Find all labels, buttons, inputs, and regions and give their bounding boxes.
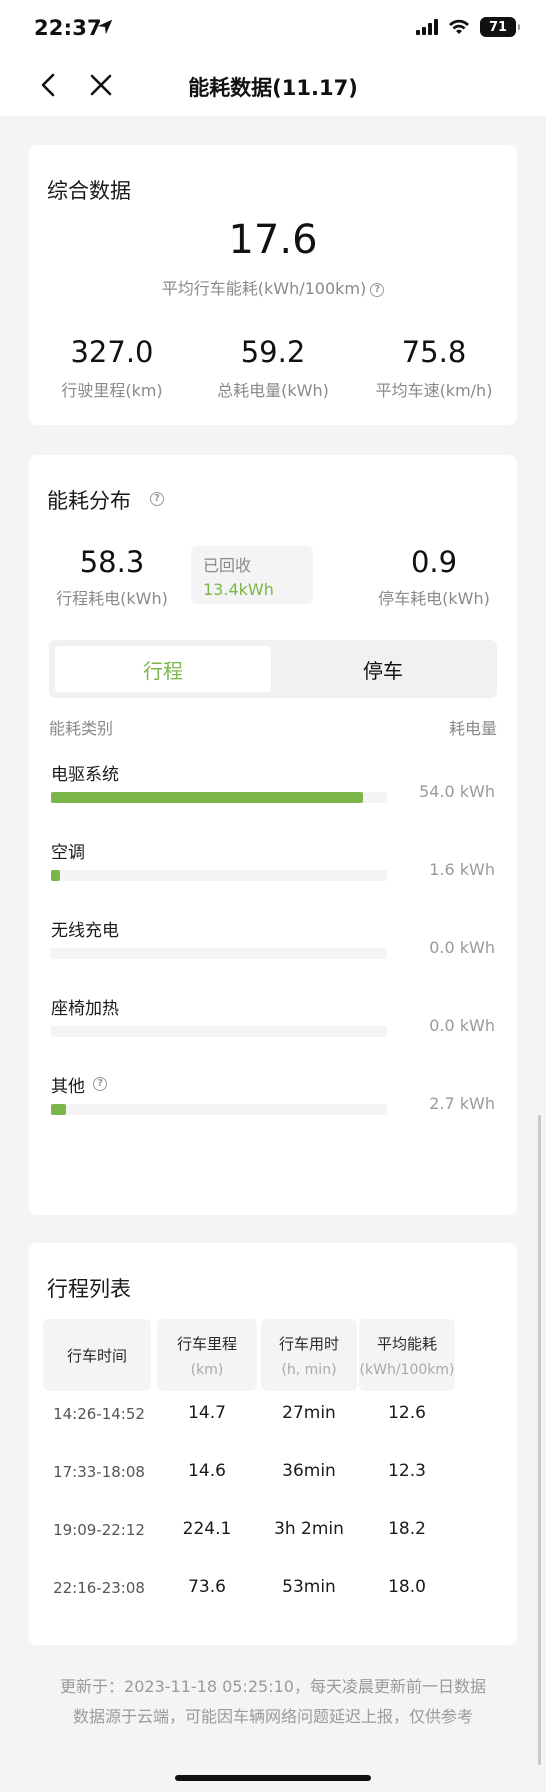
stat-speed-label: 平均车速(km/h) bbox=[375, 381, 493, 400]
category-name: 电驱系统 bbox=[51, 765, 119, 785]
cellular-signal-icon bbox=[416, 19, 438, 35]
stat-energy-label: 总耗电量(kWh) bbox=[217, 381, 329, 400]
category-bar-track bbox=[51, 792, 387, 803]
trips-column-header: 行车时间 bbox=[43, 1319, 151, 1391]
help-icon[interactable]: ? bbox=[93, 1077, 107, 1091]
battery-icon: 71 bbox=[480, 17, 520, 37]
trips-column-title: 平均能耗 bbox=[376, 1334, 437, 1353]
trip-park-segmented-control: 行程 停车 bbox=[49, 640, 497, 698]
trips-column-header: 平均能耗 (kWh/100km) bbox=[359, 1319, 455, 1391]
drive-consumption-label: 行程耗电(kWh) bbox=[56, 589, 168, 608]
category-bar-track bbox=[51, 948, 387, 959]
status-icons: 71 bbox=[416, 17, 520, 37]
avg-consumption-label-text: 平均行车能耗(kWh/100km) bbox=[161, 279, 367, 298]
scrollbar[interactable] bbox=[538, 1115, 541, 1765]
table-cell: 73.6 bbox=[188, 1577, 226, 1597]
park-consumption-label: 停车耗电(kWh) bbox=[378, 589, 490, 608]
avg-consumption-label: 平均行车能耗(kWh/100km)? bbox=[29, 275, 517, 299]
stat-distance-label: 行驶里程(km) bbox=[61, 381, 163, 400]
category-value: 1.6 kWh bbox=[429, 860, 495, 879]
footer-update-time: 更新于：2023-11-18 05:25:10，每天凌晨更新前一日数据 bbox=[60, 1677, 486, 1696]
category-value: 0.0 kWh bbox=[429, 938, 495, 957]
distribution-title: 能耗分布 bbox=[47, 489, 131, 513]
location-arrow-icon bbox=[97, 19, 113, 35]
category-value: 2.7 kWh bbox=[429, 1094, 495, 1113]
category-name: 无线充电 bbox=[51, 921, 119, 941]
trips-column-unit: (h, min) bbox=[281, 1361, 337, 1378]
footer-disclaimer: 数据源于云端，可能因车辆网络问题延迟上报，仅供参考 bbox=[72, 1707, 473, 1726]
category-name: 其他 bbox=[51, 1077, 85, 1097]
tab-trip[interactable]: 行程 bbox=[55, 646, 271, 692]
avg-consumption-value: 17.6 bbox=[228, 217, 318, 263]
page-title: 能耗数据(11.17) bbox=[188, 76, 358, 100]
recovered-value: 13.4kWh bbox=[203, 580, 274, 599]
trips-column-title: 行车用时 bbox=[278, 1334, 339, 1353]
tab-park[interactable]: 停车 bbox=[275, 646, 491, 692]
recovered-label: 已回收 bbox=[203, 556, 252, 575]
help-icon[interactable]: ? bbox=[150, 492, 164, 506]
stat-distance: 327.0 行驶里程(km) bbox=[31, 335, 193, 401]
trips-column-unit: (km) bbox=[190, 1361, 224, 1378]
table-cell: 19:09-22:12 bbox=[53, 1521, 145, 1539]
table-cell: 22:16-23:08 bbox=[53, 1579, 145, 1597]
category-bar-track bbox=[51, 1026, 387, 1037]
trips-column-unit: (kWh/100km) bbox=[359, 1361, 455, 1378]
stat-energy-value: 59.2 bbox=[240, 335, 306, 369]
status-bar: 22:37 71 bbox=[0, 0, 546, 56]
category-bar-fill bbox=[51, 870, 61, 881]
table-cell: 14:26-14:52 bbox=[53, 1405, 145, 1423]
category-bar-fill bbox=[51, 1104, 67, 1115]
table-cell: 14.6 bbox=[188, 1461, 226, 1481]
summary-card: 综合数据 17.6 平均行车能耗(kWh/100km)? 327.0 行驶里程(… bbox=[29, 145, 517, 425]
category-value: 0.0 kWh bbox=[429, 1016, 495, 1035]
category-bar-track bbox=[51, 870, 387, 881]
table-cell: 18.2 bbox=[388, 1519, 426, 1539]
category-name: 座椅加热 bbox=[51, 999, 119, 1019]
stat-energy: 59.2 总耗电量(kWh) bbox=[192, 335, 354, 401]
stat-speed: 75.8 平均车速(km/h) bbox=[353, 335, 515, 401]
distribution-card: 能耗分布 ? 58.3 行程耗电(kWh) 已回收 13.4kWh 0.9 停车… bbox=[29, 455, 517, 1215]
trips-column-title: 行车时间 bbox=[66, 1346, 127, 1365]
trips-column-header: 行车里程 (km) bbox=[157, 1319, 257, 1391]
wifi-icon bbox=[449, 19, 469, 34]
trips-column-header: 行车用时 (h, min) bbox=[261, 1319, 357, 1391]
stat-speed-value: 75.8 bbox=[401, 335, 467, 369]
consumption-column-header: 耗电量 bbox=[448, 719, 497, 738]
recovered-badge: 已回收 13.4kWh bbox=[191, 546, 313, 604]
category-column-header: 能耗类别 bbox=[49, 719, 114, 738]
table-cell: 18.0 bbox=[388, 1577, 426, 1597]
category-value: 54.0 kWh bbox=[419, 782, 495, 801]
table-cell: 17:33-18:08 bbox=[53, 1463, 145, 1481]
footer-note: 更新于：2023-11-18 05:25:10，每天凌晨更新前一日数据 数据源于… bbox=[0, 1672, 546, 1732]
trips-card: 行程列表 行车时间 行车里程 (km) 行车用时 (h, min) 平均能耗 (kWh/10… bbox=[29, 1243, 517, 1645]
trips-column-title: 行车里程 bbox=[176, 1334, 237, 1353]
table-cell: 14.7 bbox=[188, 1403, 226, 1423]
category-bar-fill bbox=[51, 792, 364, 803]
drive-consumption-value: 58.3 bbox=[79, 545, 145, 579]
home-indicator[interactable] bbox=[175, 1775, 371, 1781]
category-name: 空调 bbox=[51, 843, 85, 863]
stat-distance-value: 327.0 bbox=[70, 335, 154, 369]
table-cell: 224.1 bbox=[182, 1519, 232, 1539]
summary-title: 综合数据 bbox=[47, 179, 131, 203]
park-consumption-value: 0.9 bbox=[410, 545, 458, 579]
category-bar-track bbox=[51, 1104, 387, 1115]
table-cell: 12.3 bbox=[388, 1461, 426, 1481]
nav-bar: 能耗数据(11.17) bbox=[0, 56, 546, 116]
table-cell: 12.6 bbox=[388, 1403, 426, 1423]
help-icon[interactable]: ? bbox=[370, 282, 385, 297]
trips-title: 行程列表 bbox=[47, 1277, 131, 1301]
status-time: 22:37 bbox=[34, 16, 102, 40]
